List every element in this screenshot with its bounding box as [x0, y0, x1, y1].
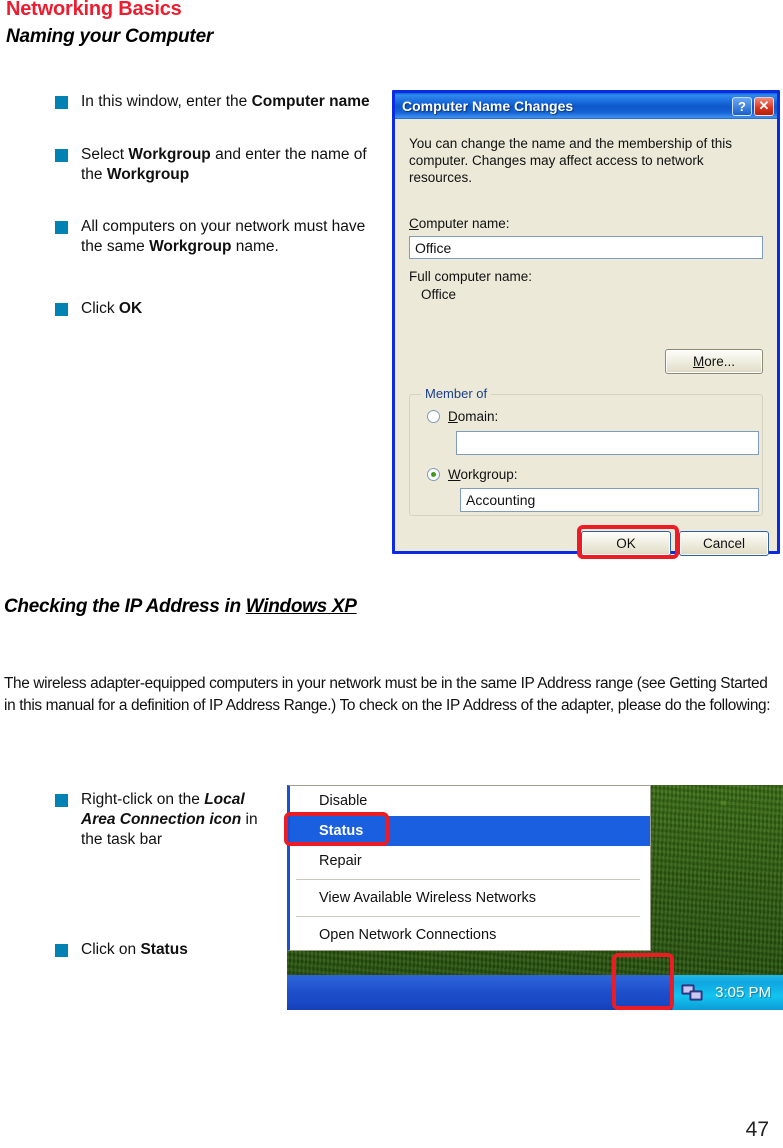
context-menu-item-status[interactable]: Status [290, 816, 650, 846]
bullet-item-right-click-lan-icon: Right-click on the Local Area Connection… [55, 790, 270, 850]
bullet-item-same-workgroup-name: All computers on your network must have … [55, 217, 375, 257]
context-menu-screenshot: Disable Status Repair View Available Wirele… [284, 785, 783, 1010]
workgroup-label: Workgroup: [448, 467, 518, 482]
bullet-label: Click OK [81, 299, 142, 319]
bullet-square-icon [55, 794, 68, 807]
bullet-item-select-workgroup: Select Workgroup and enter the name of t… [55, 145, 375, 185]
context-menu-item-open-network-connections[interactable]: Open Network Connections [290, 920, 650, 950]
computer-name-changes-dialog: Computer Name Changes ? ✕ You can change… [392, 90, 780, 559]
bold-text: Workgroup [106, 166, 190, 183]
section-heading-plain: Checking the IP Address in [4, 596, 246, 617]
page-number: 47 [745, 1118, 769, 1141]
workgroup-radio-dot [431, 472, 436, 477]
bullet-label: Right-click on the Local Area Connection… [81, 790, 270, 850]
close-icon[interactable]: ✕ [754, 96, 774, 116]
bullet-square-icon [55, 221, 68, 234]
bullet-label: Select Workgroup and enter the name of t… [81, 145, 375, 185]
text: name. [231, 238, 279, 255]
dialog-body: You can change the name and the membersh… [395, 119, 777, 556]
context-menu-item-disable[interactable]: Disable [290, 786, 650, 816]
context-menu-item-repair[interactable]: Repair [290, 846, 650, 876]
section-paragraph: The wireless adapter-equipped computers … [4, 675, 771, 714]
full-computer-name-value: Office [421, 287, 457, 302]
bullet-item-click-ok: Click OK [55, 299, 375, 319]
domain-input[interactable] [456, 431, 759, 455]
network-connection-icon[interactable] [681, 983, 705, 1003]
computer-name-label: Computer name: [409, 216, 510, 231]
bold-text: Status [140, 941, 188, 958]
instruction-list-top: In this window, enter the Computer name S… [55, 92, 375, 319]
page-title-networking-basics: Networking Basics [6, 0, 182, 20]
computer-name-input[interactable]: Office [409, 236, 763, 259]
page-subtitle-naming-your-computer: Naming your Computer [6, 26, 214, 47]
text: Click on [81, 941, 141, 958]
text: Right-click on the [81, 791, 205, 808]
windows-taskbar: 3:05 PM [287, 975, 783, 1010]
context-menu-separator [296, 879, 640, 880]
bullet-square-icon [55, 944, 68, 957]
ok-button[interactable]: OK [581, 531, 671, 556]
workgroup-radio[interactable] [427, 468, 440, 481]
full-computer-name-label: Full computer name: [409, 269, 533, 284]
member-of-label: Member of [421, 386, 492, 401]
bullet-square-icon [55, 149, 68, 162]
text: In this window, enter the [81, 93, 252, 110]
bullet-square-icon [55, 96, 68, 109]
context-menu-separator [296, 916, 640, 917]
bullet-item-click-status: Click on Status [55, 940, 270, 960]
text: Click [81, 300, 119, 317]
text: Select [81, 146, 129, 163]
cancel-button[interactable]: Cancel [679, 531, 769, 556]
taskbar-clock[interactable]: 3:05 PM [715, 984, 771, 1001]
section-heading-underlined: Windows XP [245, 596, 357, 617]
domain-label: Domain: [448, 409, 499, 424]
bullet-label: All computers on your network must have … [81, 217, 375, 257]
bold-text: Workgroup [128, 146, 211, 163]
instruction-list-bottom: Right-click on the Local Area Connection… [55, 790, 270, 960]
bold-text: OK [118, 300, 143, 317]
more-button[interactable]: More... [665, 349, 763, 374]
bold-text: Computer name [251, 93, 370, 110]
lan-connection-context-menu: Disable Status Repair View Available Wirele… [287, 785, 651, 951]
dialog-title: Computer Name Changes [402, 98, 574, 114]
help-icon[interactable]: ? [732, 96, 752, 116]
context-menu-item-view-available-wireless-networks[interactable]: View Available Wireless Networks [290, 883, 650, 913]
bold-text: Workgroup [149, 238, 232, 255]
bullet-label: In this window, enter the Computer name [81, 92, 370, 112]
bullet-item-enter-computer-name: In this window, enter the Computer name [55, 92, 375, 112]
dialog-description: You can change the name and the membersh… [409, 136, 732, 185]
workgroup-input[interactable]: Accounting [460, 488, 759, 512]
system-tray: 3:05 PM [672, 975, 783, 1010]
bullet-square-icon [55, 303, 68, 316]
domain-radio[interactable] [427, 410, 440, 423]
member-of-group: Member of Domain: Workgroup: Accounting [409, 386, 763, 516]
dialog-titlebar[interactable]: Computer Name Changes ? ✕ [395, 93, 777, 119]
section-heading-checking-ip-address: Checking the IP Address in Windows XP [4, 596, 357, 618]
bullet-label: Click on Status [81, 940, 188, 960]
